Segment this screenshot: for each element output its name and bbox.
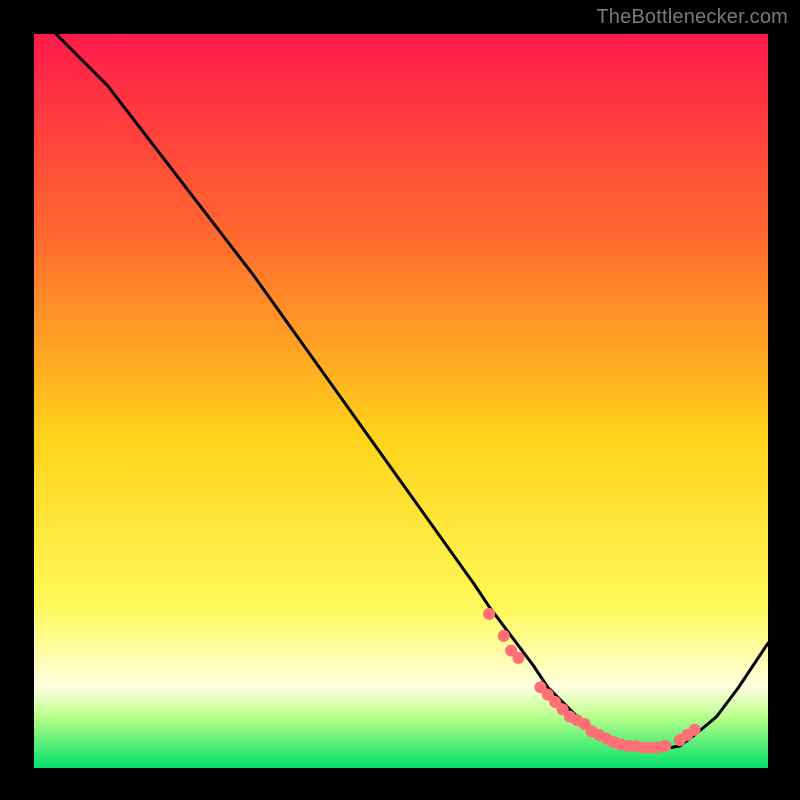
data-point [689, 724, 700, 735]
data-point [660, 740, 671, 751]
data-point [513, 652, 524, 663]
plot-area [34, 34, 768, 768]
gradient-background [34, 34, 768, 768]
plot-svg [34, 34, 768, 768]
chart-root: TheBottlenecker.com [0, 0, 800, 800]
data-point [484, 608, 495, 619]
data-point [498, 630, 509, 641]
watermark-text: TheBottlenecker.com [596, 6, 788, 29]
